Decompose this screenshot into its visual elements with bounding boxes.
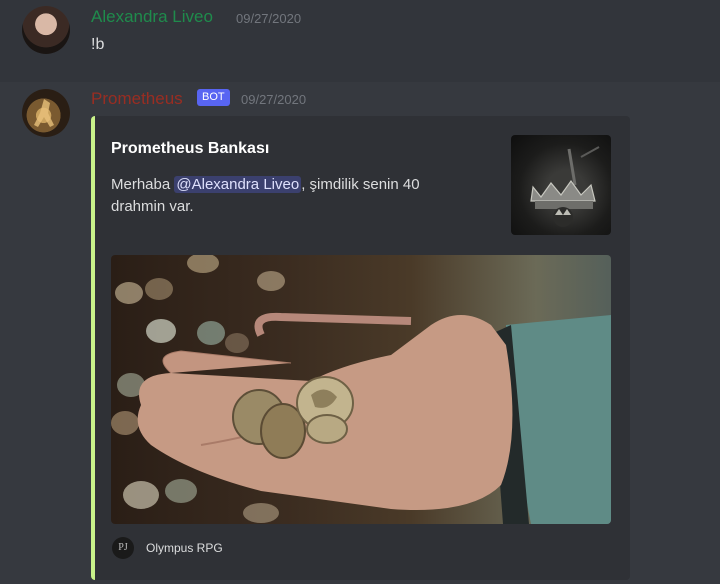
crown-icon [530, 146, 600, 227]
timestamp: 09/27/2020 [241, 92, 307, 107]
embed: Prometheus Bankası Merhaba @Alexandra Li… [91, 116, 630, 580]
embed-image[interactable] [111, 255, 611, 524]
username[interactable]: Alexandra Liveo [91, 7, 213, 27]
username[interactable]: Prometheus [91, 89, 183, 109]
message-text: !b [91, 36, 105, 53]
embed-title: Prometheus Bankası [111, 140, 270, 157]
footer-icon: PJ [112, 537, 134, 559]
user-mention[interactable]: @Alexandra Liveo [174, 176, 302, 193]
avatar[interactable] [22, 89, 70, 137]
embed-desc-prefix: Merhaba [111, 176, 175, 193]
timestamp: 09/27/2020 [236, 11, 302, 26]
bot-badge: BOT [197, 89, 230, 106]
coins-in-hand-image [111, 255, 611, 524]
figure-icon [34, 99, 54, 127]
embed-description: Merhaba @Alexandra Liveo, şimdilik senin… [111, 174, 456, 218]
embed-thumbnail[interactable] [511, 135, 611, 235]
avatar[interactable] [22, 6, 70, 54]
message-alexandra: Alexandra Liveo 09/27/2020 !b [0, 0, 720, 82]
footer-text: Olympus RPG [146, 541, 223, 555]
